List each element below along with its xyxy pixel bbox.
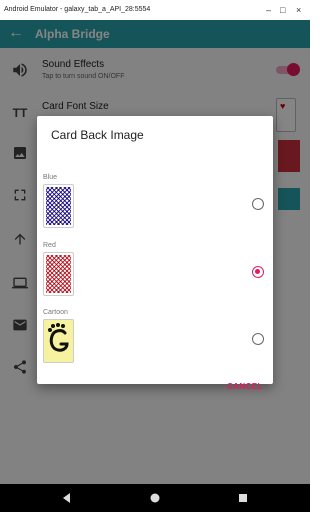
option-blue[interactable]: Blue: [37, 174, 273, 240]
blue-card-back-image: [43, 184, 74, 228]
radio-cartoon[interactable]: [252, 333, 264, 345]
maximize-icon[interactable]: □: [280, 0, 285, 20]
option-label: Cartoon: [43, 309, 68, 316]
option-red[interactable]: Red: [37, 242, 273, 308]
close-icon[interactable]: ×: [296, 0, 301, 20]
radio-blue[interactable]: [252, 198, 264, 210]
card-back-dialog: Card Back Image Blue Red Cartoon CANCEL: [37, 116, 273, 391]
cartoon-card-back-image: [43, 319, 74, 363]
dialog-title: Card Back Image: [51, 128, 144, 142]
cancel-button[interactable]: CANCEL: [227, 382, 263, 391]
radio-red[interactable]: [252, 266, 264, 278]
device-screen: ← Alpha Bridge Sound Effects Tap to turn…: [0, 20, 310, 484]
android-nav-bar: [0, 484, 310, 512]
window-title: Android Emulator - galaxy_tab_a_API_28:5…: [4, 6, 151, 13]
option-label: Blue: [43, 174, 58, 181]
nav-back-icon[interactable]: [60, 491, 74, 505]
minimize-icon[interactable]: –: [266, 0, 271, 20]
option-label: Red: [43, 242, 56, 249]
red-card-back-image: [43, 252, 74, 296]
option-cartoon[interactable]: Cartoon: [37, 309, 273, 375]
nav-recents-icon[interactable]: [236, 491, 250, 505]
emulator-title-bar: Android Emulator - galaxy_tab_a_API_28:5…: [0, 0, 310, 20]
nav-home-icon[interactable]: [148, 491, 162, 505]
